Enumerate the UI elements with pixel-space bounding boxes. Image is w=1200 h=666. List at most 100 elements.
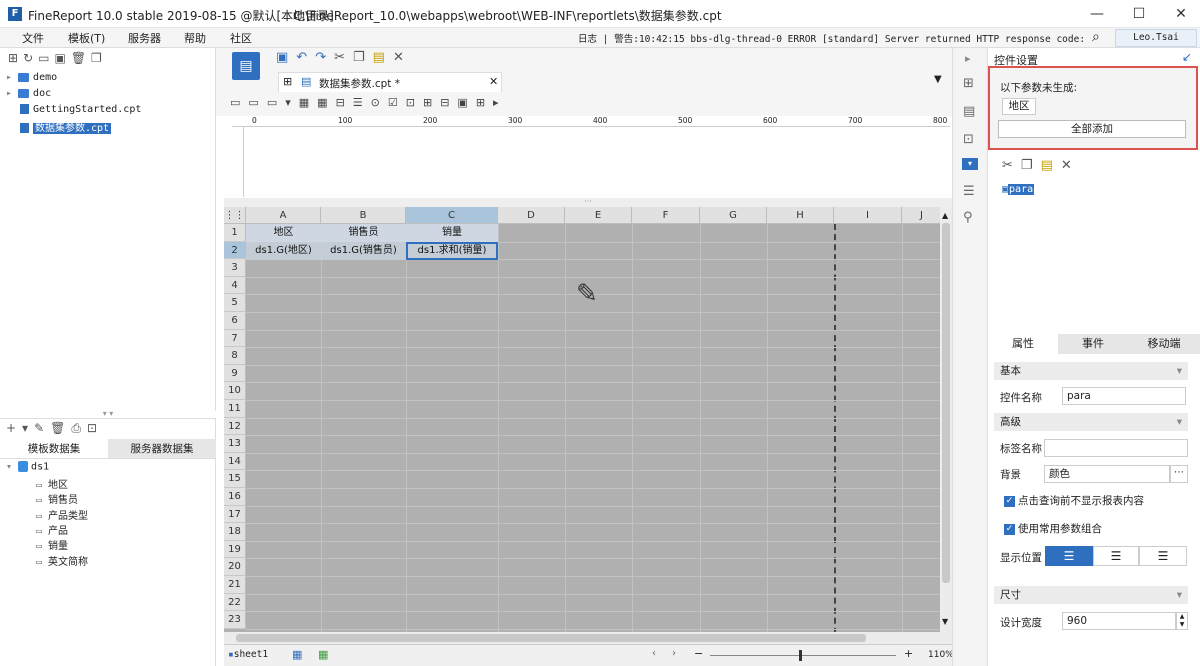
minimize-button[interactable]: — bbox=[1082, 4, 1112, 24]
widget-toolbar[interactable]: ▭▭▭▾▦▦⊟☰⊙☑⊡⊞⊟▣⊞▸ bbox=[230, 96, 507, 109]
cell-B2[interactable]: ds1.G(销售员) bbox=[321, 242, 406, 260]
menu-community[interactable]: 社区 bbox=[230, 30, 252, 46]
undo-icon[interactable]: ↶ bbox=[296, 50, 315, 65]
row-header[interactable]: 23 bbox=[224, 611, 246, 629]
refresh-icon[interactable]: ↻ bbox=[23, 51, 38, 65]
close-button[interactable]: ✕ bbox=[1166, 4, 1196, 24]
column-header[interactable]: F bbox=[632, 207, 700, 224]
menu-help[interactable]: 帮助 bbox=[184, 30, 206, 46]
tree-widget-icon[interactable]: ⊞ bbox=[423, 96, 440, 109]
label-widget-icon[interactable]: ▭ bbox=[230, 96, 248, 109]
copy-icon[interactable]: ❐ bbox=[91, 51, 107, 65]
maximize-button[interactable]: ☐ bbox=[1124, 4, 1154, 24]
add-dataset-icon[interactable]: +▾ bbox=[6, 421, 34, 435]
hyperlink-icon[interactable]: ⚲ bbox=[963, 210, 973, 225]
dropdown-tree-icon[interactable]: ⊟ bbox=[440, 96, 457, 109]
tab-mobile[interactable]: 移动端 bbox=[1128, 334, 1200, 354]
cell-attr-icon[interactable]: ⊞ bbox=[963, 76, 974, 91]
row-header[interactable]: 5 bbox=[224, 294, 246, 312]
row-header[interactable]: 4 bbox=[224, 276, 246, 295]
close-tab-icon[interactable]: ✕ bbox=[489, 75, 498, 88]
param-chip[interactable]: 地区 bbox=[1002, 98, 1036, 115]
row-header[interactable]: 20 bbox=[224, 558, 246, 576]
field-item[interactable]: ▭ 产品类型 bbox=[36, 507, 88, 522]
form-designer-icon[interactable]: ▤ bbox=[232, 52, 260, 80]
row-header[interactable]: 3 bbox=[224, 259, 246, 277]
row-header[interactable]: 8 bbox=[224, 347, 246, 365]
width-stepper[interactable]: ▲ ▼ bbox=[1176, 612, 1188, 630]
tab-events[interactable]: 事件 bbox=[1058, 334, 1128, 354]
copy-icon[interactable]: ❐ bbox=[1021, 158, 1041, 173]
checkbox-common-params[interactable]: ✓ 使用常用参数组合 bbox=[1004, 521, 1194, 536]
spreadsheet-grid[interactable]: ⋮⋮ A B C D E F G H I J 1 2 3 4 5 6 7 8 9 10 11 12 13… bbox=[224, 207, 940, 632]
pane-splitter[interactable]: ··· bbox=[224, 198, 952, 207]
text-widget-icon[interactable]: ▭ bbox=[248, 96, 266, 109]
tree-dataset-ds1[interactable]: ▾ ds1 bbox=[6, 461, 49, 473]
file-tree-toolbar[interactable]: ⊞↻▭▣🗑❐ bbox=[8, 51, 107, 65]
checkbox-widget-icon[interactable]: ☑ bbox=[388, 96, 406, 109]
log-bar[interactable]: 日志 | 警告:10:42:15 bbs-dlg-thread-0 ERROR … bbox=[578, 31, 1088, 45]
date-widget-icon[interactable]: ▦ bbox=[299, 96, 317, 109]
preview-icon[interactable]: ⎙ bbox=[71, 421, 87, 435]
scroll-thumb[interactable] bbox=[942, 223, 950, 583]
widget-tree-item[interactable]: ▣para bbox=[1002, 184, 1035, 195]
row-header[interactable]: 14 bbox=[224, 452, 246, 471]
zoom-out-icon[interactable]: − bbox=[694, 647, 703, 660]
row-header[interactable]: 2 bbox=[224, 241, 246, 260]
sheet-prev-icon[interactable]: ‹ bbox=[652, 648, 656, 659]
zoom-slider-thumb[interactable] bbox=[799, 650, 802, 661]
menu-server[interactable]: 服务器 bbox=[128, 30, 161, 46]
delete-icon[interactable]: ✕ bbox=[393, 50, 412, 65]
row-header[interactable]: 16 bbox=[224, 488, 246, 506]
editor-tab[interactable]: ⊞ ▤ 数据集参数.cpt * ✕ bbox=[278, 72, 502, 92]
column-header[interactable]: J bbox=[902, 207, 940, 224]
section-size[interactable]: 尺寸 ▾ bbox=[994, 586, 1188, 604]
parameter-pane[interactable] bbox=[245, 128, 950, 198]
menu-file[interactable]: 文件 bbox=[22, 30, 44, 46]
sheet-tab[interactable]: ▪sheet1 bbox=[228, 649, 268, 660]
label-icon[interactable]: ▣ bbox=[457, 96, 475, 109]
row-header[interactable]: 6 bbox=[224, 312, 246, 330]
section-advanced[interactable]: 高级 ▾ bbox=[994, 413, 1188, 431]
save-icon[interactable]: ▣ bbox=[276, 50, 296, 65]
row-header[interactable]: 19 bbox=[224, 540, 246, 559]
lock-icon[interactable]: ▣ bbox=[54, 51, 70, 65]
widget-settings-icon[interactable]: ▾ bbox=[962, 158, 978, 170]
scroll-up-icon[interactable]: ▲ bbox=[942, 211, 948, 220]
widget-name-input[interactable]: para bbox=[1062, 387, 1186, 405]
delete-icon[interactable]: ✕ bbox=[1061, 158, 1080, 173]
copy-icon[interactable]: ❐ bbox=[353, 50, 373, 65]
align-center-button[interactable]: ☰ bbox=[1093, 546, 1139, 566]
field-item[interactable]: ▭ 英文简称 bbox=[36, 553, 88, 568]
delete-icon[interactable]: 🗑 bbox=[71, 51, 91, 65]
align-right-button[interactable]: ☰ bbox=[1139, 546, 1187, 566]
button-widget-icon[interactable]: ▭ bbox=[267, 96, 285, 109]
cell-C2[interactable]: ds1.求和(销量) bbox=[406, 242, 498, 260]
column-header[interactable]: E bbox=[565, 207, 632, 224]
design-width-input[interactable]: 960 bbox=[1062, 612, 1176, 630]
number-widget-icon[interactable]: ⊟ bbox=[336, 96, 353, 109]
field-item[interactable]: ▭ 地区 bbox=[36, 476, 68, 491]
user-badge[interactable]: Leo.Tsai bbox=[1115, 29, 1197, 47]
section-basic[interactable]: 基本 ▾ bbox=[994, 362, 1188, 380]
tab-server-dataset[interactable]: 服务器数据集 bbox=[108, 439, 216, 459]
field-item[interactable]: ▭ 销量 bbox=[36, 537, 68, 552]
radio-widget-icon[interactable]: ⊙ bbox=[371, 96, 388, 109]
tab-menu-icon[interactable]: ▼ bbox=[934, 74, 942, 85]
column-header[interactable]: G bbox=[700, 207, 767, 224]
delete-icon[interactable]: 🗑 bbox=[50, 421, 71, 435]
row-header[interactable]: 22 bbox=[224, 593, 246, 612]
quick-toolbar[interactable]: ▣↶↷✂❐▤✕ bbox=[276, 50, 412, 65]
tab-properties[interactable]: 属性 bbox=[988, 334, 1058, 354]
tree-item-gettingstarted[interactable]: GettingStarted.cpt bbox=[20, 104, 141, 115]
tree-item-demo[interactable]: ▸ demo bbox=[6, 72, 57, 83]
sheet-next-icon[interactable]: › bbox=[672, 648, 676, 659]
widget-edit-toolbar[interactable]: ✂❐▤✕ bbox=[1002, 158, 1080, 173]
style-icon[interactable]: ▤ bbox=[963, 104, 975, 119]
row-header[interactable]: 11 bbox=[224, 400, 246, 418]
edit-icon[interactable]: ✎ bbox=[34, 421, 50, 435]
tag-name-input[interactable] bbox=[1044, 439, 1188, 457]
calendar-widget-icon[interactable]: ▦ bbox=[317, 96, 335, 109]
cell-A1[interactable]: 地区 bbox=[246, 224, 321, 242]
redo-icon[interactable]: ↷ bbox=[315, 50, 334, 65]
